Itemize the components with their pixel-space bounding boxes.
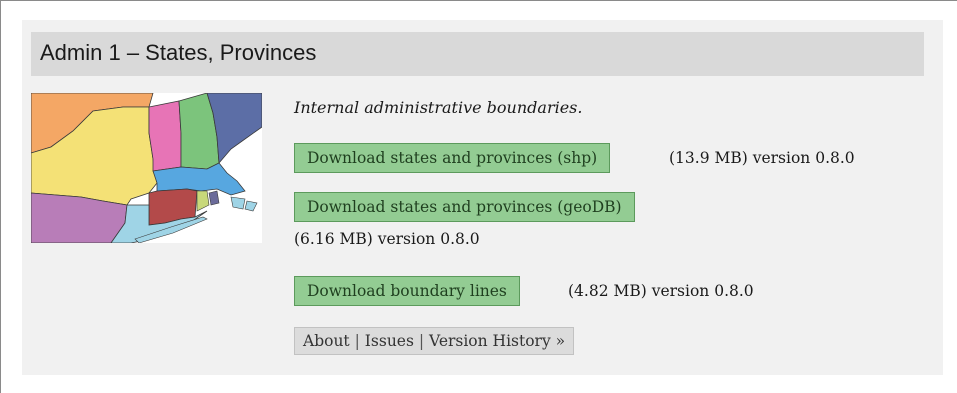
about-link[interactable]: About [303,332,350,350]
section-description: Internal administrative boundaries. [294,98,583,117]
link-separator: | [354,332,360,350]
download-states-shp-meta: (13.9 MB) version 0.8.0 [669,149,855,167]
section-title: Admin 1 – States, Provinces [40,40,317,65]
version-history-link[interactable]: Version History » [429,332,565,350]
map-thumbnail [31,93,262,243]
info-links-bar: About | Issues | Version History » [294,327,575,355]
download-states-geodb-meta: (6.16 MB) version 0.8.0 [294,230,480,248]
window-left-edge [0,0,1,393]
issues-link[interactable]: Issues [365,332,414,350]
map-thumbnail-image [31,93,262,243]
admin1-section-panel: Admin 1 – States, Provinces Internal adm… [22,20,943,375]
download-states-shp-button[interactable]: Download states and provinces (shp) [294,143,611,173]
section-header: Admin 1 – States, Provinces [31,32,924,76]
download-states-geodb-button[interactable]: Download states and provinces (geoDB) [294,192,635,222]
link-separator: | [418,332,425,350]
download-boundary-lines-button[interactable]: Download boundary lines [294,276,520,306]
download-boundary-lines-meta: (4.82 MB) version 0.8.0 [568,282,754,300]
window-top-edge [0,0,957,1]
